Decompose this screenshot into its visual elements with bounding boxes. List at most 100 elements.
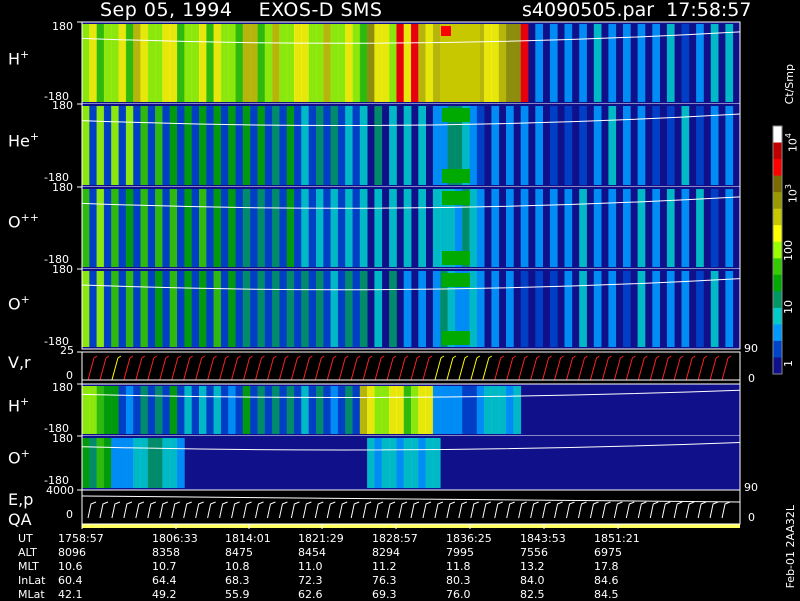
heatmap-cell <box>725 271 734 347</box>
heatmap-cell <box>235 24 244 102</box>
heatmap-cell <box>235 106 244 185</box>
heatmap-cell <box>442 108 470 122</box>
heatmap-cell <box>272 106 280 185</box>
heatmap-cell <box>111 24 119 102</box>
heatmap-cell <box>235 189 244 267</box>
heatmap-cell <box>133 189 141 267</box>
heatmap-cell <box>389 438 397 488</box>
heatmap-cell <box>133 438 141 488</box>
heatmap-cell <box>367 24 375 102</box>
heatmap-cell <box>725 189 734 267</box>
heatmap-cell <box>442 331 470 345</box>
heatmap-cell <box>147 271 156 347</box>
colorbar-segment <box>773 126 782 143</box>
footer-value: 11.8 <box>446 560 471 573</box>
heatmap-cell <box>608 24 617 102</box>
heatmap-cell <box>140 24 149 102</box>
heatmap-cell <box>696 271 704 347</box>
heatmap-cell <box>162 271 171 347</box>
heatmap-cell <box>169 24 178 102</box>
heatmap-cell <box>147 438 156 488</box>
heatmap-cell <box>330 271 339 347</box>
heatmap-cell <box>462 386 470 434</box>
heatmap-cell <box>681 106 690 185</box>
heatmap-cell <box>199 24 207 102</box>
heatmap-cell <box>82 271 90 347</box>
heatmap-cell <box>235 386 244 434</box>
heatmap-cell <box>82 189 90 267</box>
colorbar-segment <box>773 291 782 309</box>
footer-value: 62.6 <box>298 588 323 601</box>
heatmap-cell <box>440 386 448 434</box>
footer-value: 64.4 <box>152 574 177 587</box>
panel-label-h-plus-1: H+ <box>8 48 30 69</box>
rtick-vr-0: 0 <box>748 372 755 385</box>
heatmap-cell <box>96 271 105 347</box>
heatmap-cell <box>359 24 368 102</box>
heatmap-cell <box>301 271 309 347</box>
heatmap-cell <box>396 24 405 102</box>
panel-label-qa: QA <box>8 510 32 529</box>
heatmap-cell <box>264 106 273 185</box>
heatmap-cell <box>140 189 149 267</box>
heatmap-cell <box>418 106 426 185</box>
heatmap-cell <box>162 386 171 434</box>
ytick-vr-top: 25 <box>60 344 74 357</box>
heatmap-cell <box>345 24 353 102</box>
footer-value: 7995 <box>446 546 474 559</box>
heatmap-cell <box>111 106 119 185</box>
footer-value: 11.2 <box>372 560 397 573</box>
footer-value: 1836:25 <box>446 532 492 545</box>
heatmap-cell <box>264 189 273 267</box>
colorbar-segment <box>773 340 782 358</box>
colorbar-segment <box>773 241 782 259</box>
heatmap-cell <box>162 106 171 185</box>
heatmap-cell <box>169 106 178 185</box>
footer-label-mlat: MLat <box>18 588 45 601</box>
colorbar-segment <box>773 142 782 160</box>
colorbar-segment <box>773 208 782 226</box>
heatmap-cell <box>403 189 412 267</box>
heatmap-cell <box>447 386 456 434</box>
side-id-label: Feb-01 2AA32L <box>784 505 797 589</box>
heatmap-cell <box>228 386 236 434</box>
heatmap-cell <box>476 106 485 185</box>
heatmap-cell <box>82 438 90 488</box>
heatmap-cell <box>681 189 690 267</box>
heatmap-cell <box>206 106 214 185</box>
heatmap-cell <box>147 106 156 185</box>
heatmap-cell <box>96 438 105 488</box>
footer-value: 42.1 <box>58 588 83 601</box>
heatmap-cell <box>286 271 295 347</box>
heatmap-cell <box>513 386 522 434</box>
heatmap-cell <box>250 24 258 102</box>
heatmap-cell <box>257 106 266 185</box>
ytick-o2-top: 180 <box>52 432 73 445</box>
heatmap-cell <box>294 271 302 347</box>
heatmap-cell <box>294 189 302 267</box>
heatmap-cell <box>411 438 419 488</box>
heatmap-cell <box>103 438 112 488</box>
heatmap-cell <box>579 106 587 185</box>
heatmap-cell <box>579 189 587 267</box>
heatmap-cell <box>111 189 119 267</box>
footer-value: 1821:29 <box>298 532 344 545</box>
heatmap-cell <box>374 386 383 434</box>
heatmap-cell <box>155 438 163 488</box>
colorbar-unit: Ct/Smp <box>783 64 796 105</box>
heatmap-cell <box>286 106 295 185</box>
ytick-ep-zero: 0 <box>66 508 73 521</box>
heatmap-cell <box>367 438 375 488</box>
heatmap-cell <box>389 24 397 102</box>
heatmap-cell <box>425 24 434 102</box>
footer-value: 60.4 <box>58 574 83 587</box>
heatmap-cell <box>308 106 317 185</box>
panel-label-o-plus-1: O+ <box>8 293 30 314</box>
heatmap-cell <box>250 106 258 185</box>
heatmap-cell <box>242 189 251 267</box>
heatmap-cell <box>374 189 383 267</box>
spectrogram-plot <box>77 21 783 529</box>
heatmap-cell <box>279 106 288 185</box>
heatmap-cell <box>316 189 324 267</box>
colorbar-segment <box>773 307 782 325</box>
